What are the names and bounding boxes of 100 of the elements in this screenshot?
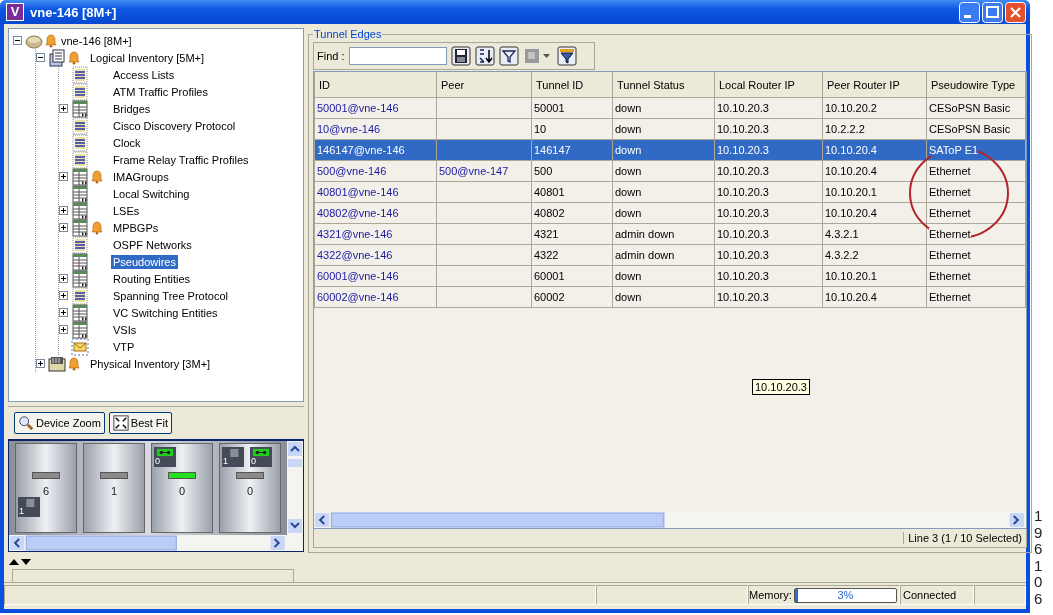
table-cell: 10@vne-146 xyxy=(317,123,381,135)
tree-item[interactable]: Local Switching xyxy=(111,186,192,201)
expand-icon[interactable] xyxy=(59,206,68,215)
tree-item[interactable]: VTP xyxy=(111,339,137,354)
table-row[interactable]: 500@vne-146 500@vne-147 500 down 10.10.20.3 10.10.20.4 Ethernet xyxy=(314,160,1026,182)
tree-item[interactable]: LSEs xyxy=(111,203,142,218)
table-cell: admin down xyxy=(615,249,675,261)
table-row[interactable]: 50001@vne-146 50001 down 10.10.20.3 10.10.20.2 CESoPSN Basic xyxy=(314,97,1026,119)
tree-item[interactable]: Pseudowires xyxy=(111,254,178,269)
tree-item[interactable]: Clock xyxy=(111,135,143,150)
table-row[interactable]: 60002@vne-146 60002 down 10.10.20.3 10.10.20.4 Ethernet xyxy=(314,286,1026,308)
table-cell: 10.10.20.3 xyxy=(717,144,769,156)
app-logo: V xyxy=(6,3,24,21)
filter-icon[interactable] xyxy=(498,46,519,66)
table-cell: 146147@vne-146 xyxy=(317,144,405,156)
collapse-icon[interactable] xyxy=(13,36,22,45)
tree-item[interactable]: VSIs xyxy=(111,322,139,337)
table-cell: 10.10.20.1 xyxy=(825,270,877,282)
column-header[interactable]: Local Router IP xyxy=(714,72,823,98)
table-cell: 10.10.20.3 xyxy=(717,102,769,114)
column-header[interactable]: Tunnel ID xyxy=(531,72,613,98)
table-cell: Ethernet xyxy=(929,186,971,198)
toolbar-button[interactable]: Best Fit xyxy=(108,412,173,434)
table-cell: down xyxy=(615,207,642,219)
expand-icon[interactable] xyxy=(59,274,68,283)
table-cell: 500@vne-147 xyxy=(439,165,509,177)
table-cell: down xyxy=(615,291,642,303)
save-icon[interactable] xyxy=(450,46,471,66)
splitter-arrows-icon[interactable] xyxy=(8,558,32,566)
tree-item[interactable]: IMAGroups xyxy=(111,169,171,184)
table-icon xyxy=(71,184,89,203)
tree-item[interactable]: MPBGPs xyxy=(111,220,161,235)
collapse-icon[interactable] xyxy=(36,53,45,62)
table-cell: 40802 xyxy=(534,207,565,219)
minimize-button[interactable] xyxy=(959,1,980,23)
table-row[interactable]: 40802@vne-146 40802 down 10.10.20.3 10.10.20.4 Ethernet xyxy=(314,202,1026,224)
port-number: 1 xyxy=(19,507,24,516)
list-icon xyxy=(71,82,89,101)
tree-item[interactable]: Cisco Discovery Protocol xyxy=(111,118,238,133)
table-cell: 10 xyxy=(534,123,547,135)
sort-icon[interactable] xyxy=(474,46,495,66)
tree-item[interactable]: Frame Relay Traffic Profiles xyxy=(111,152,251,167)
table-row[interactable]: 40801@vne-146 40801 down 10.10.20.3 10.10.20.1 Ethernet xyxy=(314,181,1026,203)
tree-item[interactable]: Access Lists xyxy=(111,67,177,82)
horizontal-scrollbar[interactable] xyxy=(9,535,303,551)
horizontal-scrollbar[interactable] xyxy=(314,512,1026,528)
table-cell: 40802@vne-146 xyxy=(317,207,399,219)
table-icon xyxy=(71,269,89,288)
panel-title: Tunnel Edges xyxy=(313,28,383,40)
expand-icon[interactable] xyxy=(59,104,68,113)
column-header[interactable]: ID xyxy=(314,72,437,98)
table-cell: down xyxy=(615,102,642,114)
tree-item[interactable]: Physical Inventory [3M+] xyxy=(88,356,213,371)
tree-item[interactable]: OSPF Networks xyxy=(111,237,194,252)
chassis-icon xyxy=(48,354,66,373)
table-icon xyxy=(71,201,89,220)
table-cell: 10.10.20.4 xyxy=(825,144,877,156)
tree-item[interactable]: ATM Traffic Profiles xyxy=(111,84,210,99)
slot-number: 6 xyxy=(42,485,50,497)
tree-item[interactable]: Routing Entities xyxy=(111,271,193,286)
expand-icon[interactable] xyxy=(36,359,45,368)
table-row[interactable]: 10@vne-146 10 down 10.10.20.3 10.2.2.2 CESoPSN Basic xyxy=(314,118,1026,140)
table-cell: 60001 xyxy=(534,270,565,282)
maximize-button[interactable] xyxy=(982,1,1003,23)
tree-item[interactable]: Logical Inventory [5M+] xyxy=(88,50,207,65)
expand-icon[interactable] xyxy=(59,223,68,232)
tree-item[interactable]: vne-146 [8M+] xyxy=(59,33,134,48)
table-row[interactable]: 4322@vne-146 4322 admin down 10.10.20.3 4.3.2.2 Ethernet xyxy=(314,244,1026,266)
table-cell: down xyxy=(615,270,642,282)
tree-item[interactable]: Bridges xyxy=(111,101,153,116)
tree-item[interactable]: VC Switching Entities xyxy=(111,305,220,320)
expand-icon[interactable] xyxy=(59,172,68,181)
column-header[interactable]: Pseudowire Type xyxy=(926,72,1026,98)
list-icon xyxy=(71,133,89,152)
table-cell: down xyxy=(615,186,642,198)
table-row[interactable]: 60001@vne-146 60001 down 10.10.20.3 10.10.20.1 Ethernet xyxy=(314,265,1026,287)
table-cell: CESoPSN Basic xyxy=(929,123,1011,135)
table-row[interactable]: 4321@vne-146 4321 admin down 10.10.20.3 4.3.2.1 Ethernet xyxy=(314,223,1026,245)
find-field[interactable] xyxy=(348,47,447,65)
vertical-scrollbar[interactable] xyxy=(287,441,303,535)
expand-icon[interactable] xyxy=(59,308,68,317)
close-button[interactable] xyxy=(1005,1,1026,23)
column-header[interactable]: Peer xyxy=(436,72,532,98)
table-row[interactable]: 146147@vne-146 146147 down 10.10.20.3 10.10.20.4 SAToP E1 xyxy=(314,139,1026,161)
table-cell: 10.10.20.3 xyxy=(717,165,769,177)
table-cell: 146147 xyxy=(534,144,571,156)
column-header[interactable]: Peer Router IP xyxy=(822,72,927,98)
table-cell: 10.10.20.4 xyxy=(825,291,877,303)
column-header[interactable]: Tunnel Status xyxy=(612,72,715,98)
toolbar-button[interactable]: Device Zoom xyxy=(14,412,105,434)
tree-item[interactable]: Spanning Tree Protocol xyxy=(111,288,230,303)
table-cell: down xyxy=(615,144,642,156)
memory-label: Memory: xyxy=(749,589,792,601)
table-cell: 10.10.20.1 xyxy=(825,186,877,198)
expand-icon[interactable] xyxy=(59,291,68,300)
table-cell: 40801 xyxy=(534,186,565,198)
expand-icon[interactable] xyxy=(59,325,68,334)
filter-icon[interactable] xyxy=(556,46,577,66)
port-number: 0 xyxy=(251,457,256,466)
table-cell: Ethernet xyxy=(929,207,971,219)
